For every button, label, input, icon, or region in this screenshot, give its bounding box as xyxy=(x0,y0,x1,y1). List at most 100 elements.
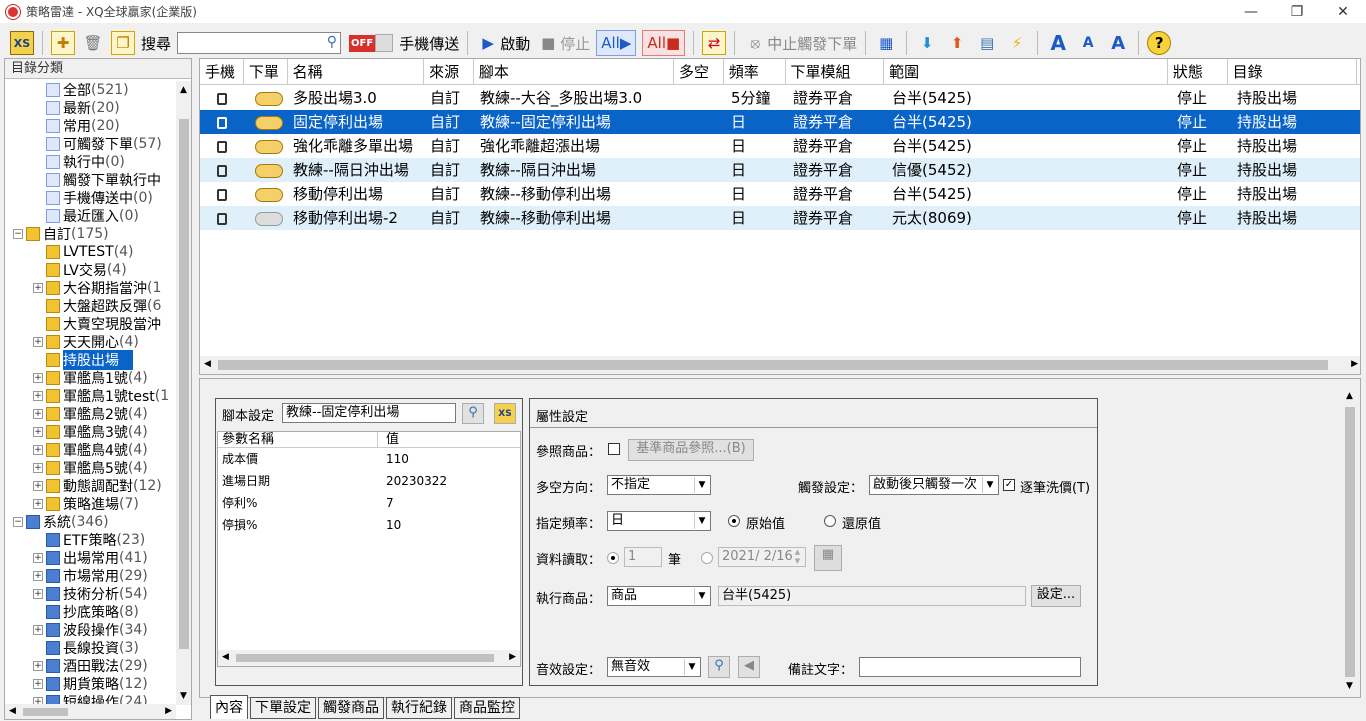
script-field[interactable]: 教練--固定停利出場 xyxy=(282,403,456,423)
ref-checkbox[interactable] xyxy=(608,443,620,455)
order-toggle-icon[interactable] xyxy=(255,163,283,178)
scroll-up-icon[interactable]: ▲ xyxy=(180,85,187,95)
script-search-button[interactable]: ⚲ xyxy=(462,403,484,424)
expand-icon[interactable]: + xyxy=(33,571,43,581)
sidebar-item[interactable]: 大盤超跌反彈 (6 xyxy=(5,297,175,315)
phone-cell[interactable] xyxy=(200,110,244,134)
phone-icon[interactable] xyxy=(217,164,227,177)
column-header[interactable]: 頻率 xyxy=(724,59,786,85)
phone-cell[interactable] xyxy=(200,86,244,110)
order-cell[interactable] xyxy=(244,158,288,182)
table-row[interactable]: 移動停利出場-2 自訂 教練--移動停利出場 日 證券平倉 元太(8069) 停止 持股出場 xyxy=(200,206,1360,230)
table-row[interactable]: 強化乖離多單出場 自訂 強化乖離超漲出場 日 證券平倉 台半(5425) 停止 持股出場 xyxy=(200,134,1360,158)
spin-icon[interactable]: ▲ ▼ xyxy=(790,548,805,566)
sidebar-item[interactable]: 持股出場 xyxy=(5,350,175,370)
download-icon[interactable]: ⬇ xyxy=(915,30,939,56)
sidebar-item[interactable]: + 大谷期指當沖 (1 xyxy=(5,279,175,297)
setting-button[interactable]: 設定... xyxy=(1031,585,1081,607)
column-header[interactable]: 手機 xyxy=(200,59,244,85)
sidebar-item[interactable]: + 軍艦鳥1號 (4) xyxy=(5,369,175,387)
upload-icon[interactable]: ⬆ xyxy=(945,30,969,56)
minimize-icon[interactable]: — xyxy=(1228,0,1274,23)
phone-icon[interactable] xyxy=(217,140,227,153)
column-header[interactable]: 多空 xyxy=(674,59,724,85)
expand-icon[interactable]: + xyxy=(33,661,43,671)
sound-select[interactable]: 無音效 ▼ xyxy=(607,657,701,677)
column-header[interactable]: 下單 xyxy=(244,59,288,85)
expand-icon[interactable]: + xyxy=(33,283,43,293)
expand-icon[interactable]: + xyxy=(33,427,43,437)
all-stop-button[interactable]: All ■ xyxy=(642,30,686,56)
sidebar-item[interactable]: 抄底策略 (8) xyxy=(5,603,175,621)
phone-cell[interactable] xyxy=(200,182,244,206)
table-row[interactable]: 固定停利出場 自訂 教練--固定停利出場 日 證券平倉 台半(5425) 停止 持股出場 xyxy=(200,110,1360,134)
param-row[interactable]: 停損% 10 xyxy=(218,514,520,536)
grid-icon[interactable]: ▦ xyxy=(874,30,898,56)
scroll-right-icon[interactable]: ▶ xyxy=(165,706,172,716)
table-row[interactable]: 多股出場3.0 自訂 教練--大谷_多股出場3.0 5分鐘 證券平倉 台半(5425) 停止… xyxy=(200,86,1360,110)
scroll-up-icon[interactable]: ▲ xyxy=(1346,391,1353,401)
table-row[interactable]: 移動停利出場 自訂 教練--移動停利出場 日 證券平倉 台半(5425) 停止 持股出場 xyxy=(200,182,1360,206)
sidebar-item[interactable]: 長線投資 (3) xyxy=(5,639,175,657)
xs-editor-button[interactable]: XS xyxy=(494,403,516,424)
expand-icon[interactable]: + xyxy=(33,679,43,689)
detail-vscrollbar[interactable]: ▲ ▼ xyxy=(1342,387,1358,695)
phone-icon[interactable] xyxy=(217,92,227,105)
sidebar-item[interactable]: + 軍艦鳥2號 (4) xyxy=(5,405,175,423)
speaker-icon[interactable]: ◀ xyxy=(738,656,760,678)
param-hscrollbar[interactable]: ◀ ▶ xyxy=(218,650,520,666)
scroll-down-icon[interactable]: ▼ xyxy=(1346,681,1353,691)
sidebar-item[interactable]: LVTEST (4) xyxy=(5,243,175,261)
column-header[interactable]: 下單模組 xyxy=(786,59,885,85)
phone-cell[interactable] xyxy=(200,158,244,182)
sidebar-item[interactable]: + 波段操作 (34) xyxy=(5,621,175,639)
phone-send-button[interactable]: 手機傳送 xyxy=(399,30,459,56)
scroll-left-icon[interactable]: ◀ xyxy=(222,652,229,662)
order-cell[interactable] xyxy=(244,182,288,206)
grid-hscrollbar[interactable]: ◀ ▶ xyxy=(200,356,1360,374)
order-cell[interactable] xyxy=(244,86,288,110)
sidebar-item[interactable]: 可觸發下單 (57) xyxy=(5,135,175,153)
order-toggle-icon[interactable] xyxy=(255,139,283,154)
note-field[interactable] xyxy=(859,657,1081,677)
sidebar-item[interactable]: 全部 (521) xyxy=(5,81,175,99)
sidebar-item[interactable]: + 軍艦鳥1號test (1 xyxy=(5,387,175,405)
tab-0[interactable]: 內容 xyxy=(210,695,248,719)
scroll-thumb[interactable] xyxy=(236,654,494,662)
sidebar-item[interactable]: 觸發下單執行中 xyxy=(5,171,175,189)
param-value[interactable]: 20230322 xyxy=(378,470,508,492)
sidebar-item[interactable]: + 出場常用 (41) xyxy=(5,549,175,567)
expand-icon[interactable]: + xyxy=(33,391,43,401)
sidebar-item[interactable]: + 天天開心 (4) xyxy=(5,333,175,351)
expand-icon[interactable]: + xyxy=(33,409,43,419)
order-cell[interactable] xyxy=(244,134,288,158)
scroll-thumb[interactable] xyxy=(218,360,1328,370)
param-value[interactable]: 110 xyxy=(378,448,508,470)
data-count-field[interactable]: 1 xyxy=(624,547,662,567)
sidebar-hscrollbar[interactable]: ◀ ▶ xyxy=(5,704,176,719)
restore-value-radio[interactable] xyxy=(824,515,836,527)
expand-icon[interactable]: + xyxy=(33,373,43,383)
each-wash-checkbox[interactable]: ✓ xyxy=(1003,479,1015,491)
tab-4[interactable]: 商品監控 xyxy=(454,697,520,719)
column-header[interactable]: 範圍 xyxy=(884,59,1168,85)
start-button[interactable]: ▶ 啟動 xyxy=(476,30,530,56)
exec-select[interactable]: 商品 ▼ xyxy=(607,586,711,606)
scroll-left-icon[interactable]: ◀ xyxy=(9,706,16,716)
sidebar-item[interactable]: + 市場常用 (29) xyxy=(5,567,175,585)
scroll-down-icon[interactable]: ▼ xyxy=(180,691,187,701)
expand-icon[interactable]: + xyxy=(33,463,43,473)
document-icon[interactable]: ▤ xyxy=(975,30,999,56)
column-header[interactable]: 來源 xyxy=(424,59,474,85)
phone-cell[interactable] xyxy=(200,206,244,230)
freq-select[interactable]: 日 ▼ xyxy=(607,511,711,531)
off-toggle[interactable]: OFF xyxy=(349,30,394,56)
phone-icon[interactable] xyxy=(217,116,227,129)
scroll-right-icon[interactable]: ▶ xyxy=(1351,359,1358,369)
sidebar-item[interactable]: + 策略進場 (7) xyxy=(5,495,175,513)
new-strategy-icon[interactable]: ✚ xyxy=(51,30,75,56)
tab-2[interactable]: 觸發商品 xyxy=(318,697,384,719)
order-cell[interactable] xyxy=(244,110,288,134)
font-reset-icon[interactable]: A xyxy=(1106,30,1130,56)
param-row[interactable]: 停利% 7 xyxy=(218,492,520,514)
